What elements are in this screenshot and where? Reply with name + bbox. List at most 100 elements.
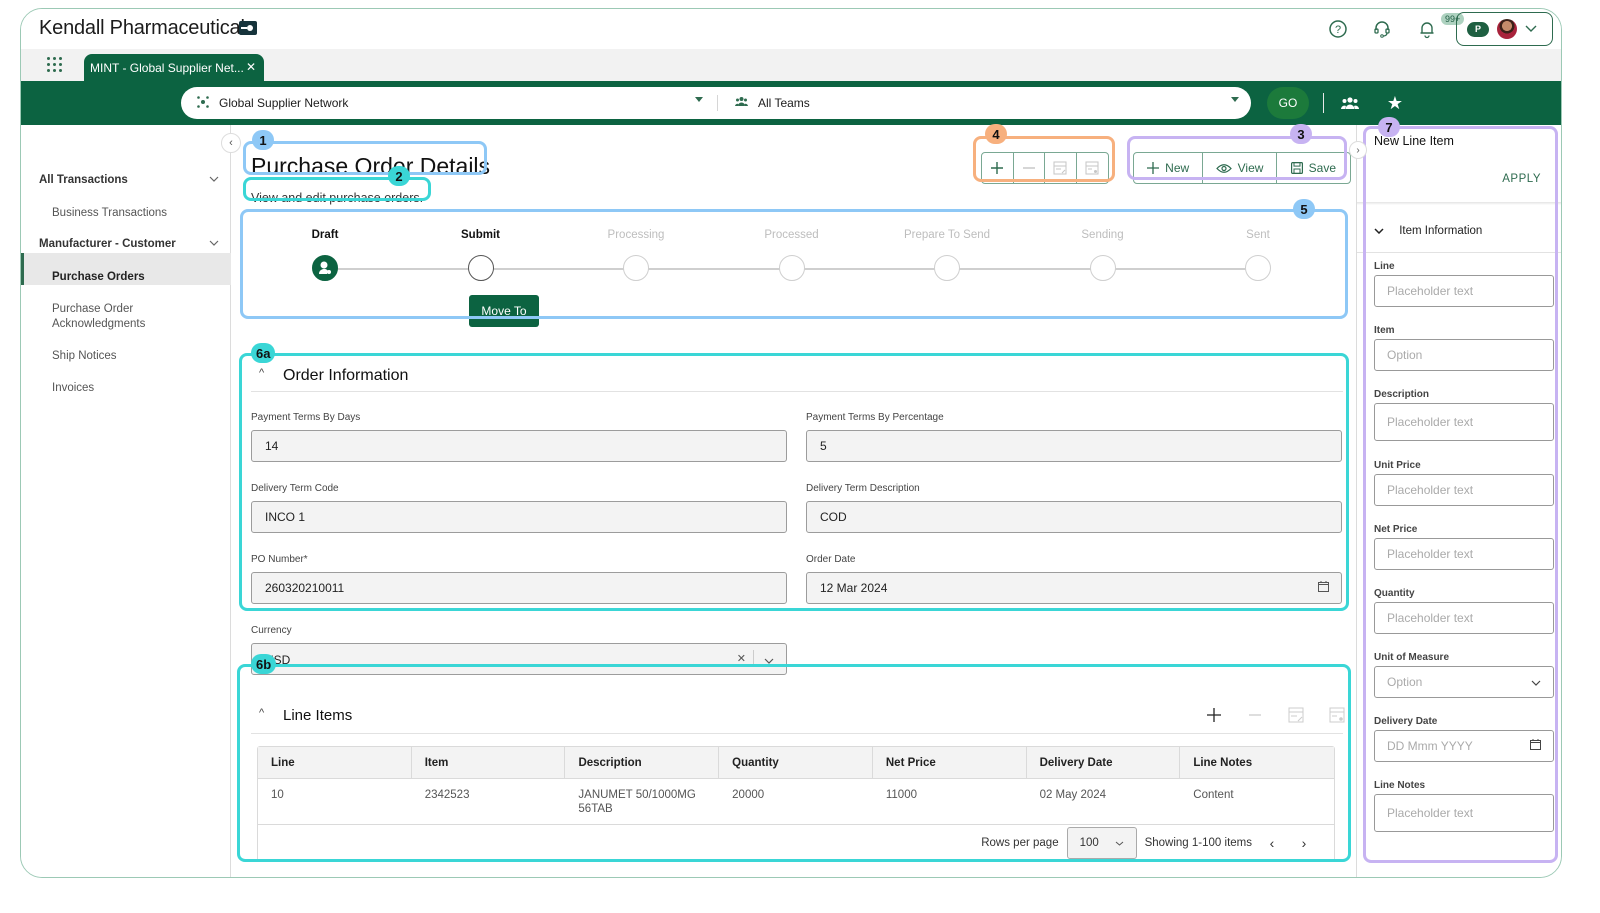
item-input[interactable]: Option (1374, 339, 1554, 371)
expand-panel-button[interactable]: › (1349, 141, 1367, 159)
quantity-input[interactable]: Placeholder text (1374, 602, 1554, 634)
column-header[interactable]: Net Price (872, 747, 1027, 779)
table-row[interactable]: 10 2342523 JANUMET 50/1000MG 56TAB 20000 110… (258, 779, 1334, 825)
step-draft[interactable] (312, 255, 338, 281)
calendar-icon[interactable] (1318, 581, 1329, 595)
annotation-number: 2 (388, 166, 410, 186)
column-header[interactable]: Description (565, 747, 720, 779)
apply-button[interactable]: APPLY (1502, 173, 1541, 185)
field-label: Delivery Date (1374, 716, 1438, 727)
step-prepare-to-send[interactable] (934, 255, 960, 281)
add-line-icon[interactable] (1206, 707, 1222, 728)
move-to-button[interactable]: Move To (469, 295, 539, 327)
sidebar-item-invoices[interactable]: Invoices (52, 381, 212, 396)
step-processing[interactable] (623, 255, 649, 281)
delivery-date-input[interactable]: DD Mmm YYYY (1374, 730, 1554, 762)
table-cell: 2342523 (411, 779, 566, 825)
network-select-value: Global Supplier Network (219, 96, 349, 110)
column-header[interactable]: Line (258, 747, 412, 779)
payment-terms-days-label: Payment Terms By Days (251, 412, 361, 423)
unit-price-input[interactable]: Placeholder text (1374, 474, 1554, 506)
column-header[interactable]: Item (411, 747, 566, 779)
profile-menu-button[interactable]: P (1456, 12, 1553, 46)
notifications-bell-icon[interactable] (1416, 18, 1438, 40)
sidebar-item-ship-notices[interactable]: Ship Notices (52, 349, 212, 364)
sidebar-item-purchase-orders[interactable]: Purchase Orders (52, 270, 212, 285)
edit-row-icon[interactable] (1045, 153, 1077, 183)
column-header[interactable]: Line Notes (1180, 747, 1335, 779)
panel-header-divider (1357, 202, 1561, 205)
step-sending[interactable] (1089, 255, 1116, 281)
remove-line-icon[interactable] (1247, 707, 1263, 728)
next-page-icon[interactable]: › (1292, 835, 1316, 851)
view-button-label: View (1237, 161, 1264, 175)
order-date-input[interactable]: 12 Mar 2024 (806, 572, 1342, 604)
rows-per-page-select[interactable]: 100 (1066, 827, 1137, 859)
top-bar: Kendall Pharmaceuticals ? 99+ P (21, 9, 1561, 49)
support-headset-icon[interactable] (1371, 18, 1393, 40)
view-row-icon[interactable] (1077, 153, 1108, 183)
remove-button[interactable] (1014, 153, 1045, 183)
column-header[interactable]: Quantity (719, 747, 873, 779)
step-connector (636, 268, 792, 270)
chevron-down-icon (209, 238, 219, 249)
tab-mint-global-supplier-network[interactable]: MINT - Global Supplier Net... ✕ (84, 54, 264, 81)
clear-icon[interactable]: ✕ (737, 652, 746, 665)
step-connector (325, 268, 481, 270)
chevron-down-icon (1525, 22, 1537, 36)
close-icon[interactable]: ✕ (246, 60, 256, 74)
save-button[interactable]: Save (1277, 153, 1350, 183)
currency-label: Currency (251, 625, 292, 636)
net-price-input[interactable]: Placeholder text (1374, 538, 1554, 570)
step-submit[interactable] (467, 255, 494, 281)
new-button[interactable]: New (1134, 153, 1204, 183)
field-label: Quantity (1374, 588, 1415, 599)
rows-per-page-value: 100 (1079, 837, 1099, 849)
delivery-term-description-input[interactable]: COD (806, 501, 1342, 533)
item-information-toggle[interactable]: Item Information (1374, 225, 1482, 237)
app-launcher-grid-icon[interactable] (47, 57, 63, 73)
chevron-down-icon[interactable] (1531, 675, 1541, 689)
collapse-sidebar-button[interactable]: ‹ (221, 133, 241, 153)
view-button[interactable]: View (1203, 153, 1277, 183)
calendar-icon[interactable] (1530, 739, 1541, 753)
plus-icon (1147, 162, 1160, 174)
chevron-down-icon[interactable] (764, 653, 774, 667)
sidebar-group-all-transactions[interactable]: All Transactions (39, 174, 219, 186)
delivery-term-code-input[interactable]: INCO 1 (251, 501, 787, 533)
tab-bar: MINT - Global Supplier Net... ✕ (21, 49, 1561, 81)
step-sent[interactable] (1245, 255, 1271, 281)
view-line-icon[interactable] (1329, 707, 1345, 728)
edit-line-icon[interactable] (1288, 707, 1304, 728)
currency-select[interactable]: USD ✕ (251, 643, 787, 675)
po-number-input[interactable]: 260320210011 (251, 572, 787, 604)
unit-of-measure-input[interactable]: Option (1374, 666, 1554, 698)
placeholder-text: Placeholder text (1387, 415, 1474, 429)
network-select[interactable]: Global Supplier Network (197, 87, 707, 119)
go-button[interactable]: GO (1267, 87, 1309, 119)
payment-terms-days-input[interactable]: 14 (251, 430, 787, 462)
step-label: Draft (311, 229, 339, 241)
line-input[interactable]: Placeholder text (1374, 275, 1554, 307)
add-button[interactable] (982, 153, 1014, 183)
previous-page-icon[interactable]: ‹ (1260, 835, 1284, 851)
collapse-chevron-icon[interactable]: ^ (259, 367, 264, 379)
sidebar-group-manufacturer-customer[interactable]: Manufacturer - Customer (39, 238, 219, 250)
description-input[interactable]: Placeholder text (1374, 403, 1554, 441)
line-notes-input[interactable]: Placeholder text (1374, 794, 1554, 832)
step-processed[interactable] (778, 255, 805, 281)
team-members-icon[interactable] (1338, 91, 1362, 115)
annotation-number: 6a (251, 343, 276, 363)
help-icon[interactable]: ? (1327, 18, 1349, 40)
table-pagination: Rows per page 100 Showing 1-100 items ‹ … (258, 825, 1334, 861)
chevron-down-icon (1115, 841, 1124, 846)
step-connector (791, 268, 947, 270)
favorite-star-icon[interactable]: ★ (1383, 91, 1407, 115)
collapse-chevron-icon[interactable]: ^ (259, 707, 264, 719)
sidebar-item-business-transactions[interactable]: Business Transactions (52, 206, 212, 221)
payment-terms-percentage-input[interactable]: 5 (806, 430, 1342, 462)
sidebar-item-purchase-order-acknowledgments[interactable]: Purchase Order Acknowledgments (52, 302, 212, 332)
team-select[interactable]: All Teams (735, 87, 1239, 119)
column-header[interactable]: Delivery Date (1026, 747, 1181, 779)
step-label: Sent (1246, 229, 1270, 241)
